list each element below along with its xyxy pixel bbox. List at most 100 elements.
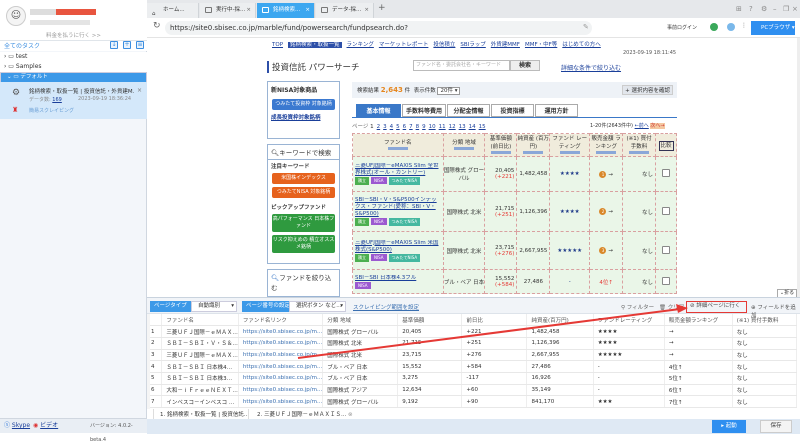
prev-link[interactable]: ←前へ: [635, 123, 649, 129]
nav-fund-search[interactable]: 銘柄検索・取扱一覧: [288, 42, 342, 48]
fund-name-link[interactable]: 三菱UFJ国際－eMAXIS Slim 米国株式(S&P500): [355, 240, 441, 254]
nav-mmf[interactable]: 外貨建MMF: [491, 42, 520, 48]
nav-beginners[interactable]: はじめての方へ: [562, 42, 601, 48]
tab-basic-info[interactable]: 基本情報: [356, 104, 401, 117]
extension-blue-icon[interactable]: [727, 23, 735, 31]
column-header[interactable]: ファンド名リンク: [238, 314, 324, 327]
column-header[interactable]: (※1) 買付手数料: [732, 314, 798, 327]
page-link[interactable]: 2: [377, 124, 381, 130]
table-row[interactable]: 6 大和－ｉＦｒｅｅＮＥＸＴ… https://site0.sbisec.co.jp…: [147, 384, 798, 397]
folder-samples[interactable]: › ▭ Samples: [0, 62, 147, 72]
page-link[interactable]: 8: [416, 124, 420, 130]
tsumitate-button[interactable]: つみたて投資枠 対象銘柄: [272, 99, 335, 110]
pickup-button[interactable]: 高パフォーマンス 日本株ファンド: [272, 214, 335, 232]
sort-icon[interactable]: [490, 151, 511, 154]
pc-browser-button[interactable]: PCブラウザ ▾: [751, 21, 795, 35]
column-header[interactable]: 販売金額ランキング: [664, 314, 733, 327]
page-number-select[interactable]: 選択ボタン など... ▾: [289, 301, 346, 312]
page-type-select[interactable]: 自動識別 ▾: [191, 301, 237, 312]
page-link[interactable]: 10: [429, 124, 436, 130]
tab-fund-search[interactable]: 銘柄検索... ×: [257, 3, 315, 18]
video-link[interactable]: ◉ ビデオ: [33, 419, 58, 433]
narrow-box[interactable]: 🔍︎ファンドを絞り込む: [267, 269, 340, 297]
page-link[interactable]: 9: [422, 124, 426, 130]
table-row[interactable]: 2 ＳＢＩ－ＳＢＩ・Ｖ・Ｓ＆… https://site0.sbisec.co.jp…: [147, 337, 798, 350]
restore-icon[interactable]: ❐: [783, 5, 789, 13]
compare-checkbox[interactable]: [662, 206, 670, 215]
nav-mmf-chuki[interactable]: MMF・中F等: [525, 42, 557, 48]
table-row[interactable]: 4 ＳＢＩ－ＳＢＩ 日本株4… https://site0.sbisec.co.jp…: [147, 360, 798, 373]
compare-checkbox[interactable]: [662, 245, 670, 254]
next-link[interactable]: 次へ→: [650, 123, 665, 129]
search-button[interactable]: 検索: [510, 60, 540, 71]
new-tab-icon[interactable]: +: [378, 3, 386, 13]
more-icon[interactable]: ⋮: [741, 22, 747, 29]
page-link[interactable]: 4: [390, 124, 394, 130]
settings-icon[interactable]: ≡: [136, 41, 144, 49]
sort-icon[interactable]: [523, 151, 544, 154]
tab-data[interactable]: データ-採... ×: [316, 3, 374, 18]
tab-indicators[interactable]: 投資指標: [491, 104, 534, 117]
page-link[interactable]: 1: [370, 124, 374, 130]
start-button[interactable]: ▸ 起動: [712, 420, 746, 433]
new-task-icon[interactable]: +: [123, 41, 131, 49]
folder-test[interactable]: › ▭ test: [0, 52, 147, 62]
close-icon[interactable]: ×: [137, 87, 142, 94]
nav-ranking[interactable]: ランキング: [347, 42, 374, 48]
page-link[interactable]: 6: [403, 124, 407, 130]
fund-name-link[interactable]: 三菱UFJ国際－eMAXIS Slim 全世界株式(オール・カントリー): [355, 163, 441, 177]
column-header[interactable]: 純資産(百万円): [526, 314, 594, 327]
growth-link[interactable]: 成長投資枠対象銘柄: [271, 113, 336, 121]
fund-name-link[interactable]: SBI－SBI 日本株4.3ブル: [355, 275, 441, 282]
table-row[interactable]: 3 三菱ＵＦＪ国際－ｅＭＡＸ… https://site0.sbisec.co.jp…: [147, 349, 798, 362]
tab-running[interactable]: 実行中-採... ×: [200, 3, 256, 18]
grid-icon[interactable]: ⊞: [736, 5, 742, 13]
sort-icon[interactable]: [596, 151, 617, 154]
skype-link[interactable]: ⓢ Skype: [4, 419, 30, 433]
table-row[interactable]: 1 三菱ＵＦＪ国際－ｅＭＡＸ… https://site0.sbisec.co.jp…: [147, 325, 798, 338]
page-link[interactable]: 7: [409, 124, 413, 130]
keyword-button[interactable]: 米国株インデックス: [272, 173, 335, 184]
nav-market[interactable]: マーケットレポート: [379, 42, 429, 48]
scrape-range-link[interactable]: スクレイピング範囲を設定: [353, 303, 419, 311]
fund-search-input[interactable]: ファンド名・委託会社名・キーワード: [413, 60, 510, 71]
data-count-link[interactable]: 169: [52, 97, 62, 103]
tab-dividend[interactable]: 分配金情報: [447, 104, 490, 117]
save-button[interactable]: 保存: [760, 420, 792, 433]
url-input[interactable]: https://site0.sbisec.co.jp/marble/fund/p…: [165, 21, 592, 35]
minimize-icon[interactable]: –: [773, 5, 777, 13]
page-link[interactable]: 3: [383, 124, 387, 130]
prelogin-button[interactable]: 事前ログイン: [667, 24, 697, 31]
extension-green-icon[interactable]: [710, 23, 718, 31]
goto-detail-button[interactable]: ⊘ 詳細ページに行く: [686, 301, 747, 313]
table-row[interactable]: 7 インベスコ－インベスコ … https://site0.sbisec.co.jp…: [147, 395, 798, 408]
clear-button[interactable]: 🗑︎ クリア: [659, 303, 684, 311]
sort-icon[interactable]: [387, 147, 408, 150]
avatar-robot-icon[interactable]: ☺: [6, 6, 26, 26]
sort-icon[interactable]: [559, 151, 580, 154]
page-link[interactable]: 14: [469, 124, 476, 130]
column-header[interactable]: ファンド名: [161, 314, 239, 327]
tab-home[interactable]: ⌂ ホーム...: [147, 3, 199, 18]
table-row[interactable]: 5 ＳＢＩ－ＳＢＩ 日本株3… https://site0.sbisec.co.jp…: [147, 372, 798, 385]
nav-top[interactable]: TOP: [272, 42, 283, 48]
compare-checkbox[interactable]: [662, 276, 670, 285]
fund-table-header[interactable]: 比較: [655, 133, 677, 157]
close-window-icon[interactable]: ×: [792, 5, 798, 13]
compare-checkbox[interactable]: [662, 169, 670, 177]
confirm-selection-button[interactable]: + 選択内容を確認: [622, 85, 673, 95]
page-link[interactable]: 11: [439, 124, 446, 130]
page-link[interactable]: 12: [449, 124, 456, 130]
tab-policy[interactable]: 運用方針: [535, 104, 578, 117]
help-icon[interactable]: ?: [749, 5, 753, 13]
column-header[interactable]: 基準価額: [397, 314, 463, 327]
page-link[interactable]: 5: [396, 124, 400, 130]
display-count-select[interactable]: 20件 ▾: [437, 87, 461, 95]
column-header[interactable]: 分類 地域: [322, 314, 399, 327]
page-link[interactable]: 13: [459, 124, 466, 130]
import-icon[interactable]: ↓: [110, 41, 118, 49]
keyword-button[interactable]: つみたてNISA 対象銘柄: [272, 187, 335, 198]
filter-button[interactable]: ⚲ フィルター: [621, 303, 654, 311]
sort-icon[interactable]: [629, 151, 650, 154]
detail-filter-link[interactable]: 詳細な条件で絞り込む: [561, 63, 621, 72]
